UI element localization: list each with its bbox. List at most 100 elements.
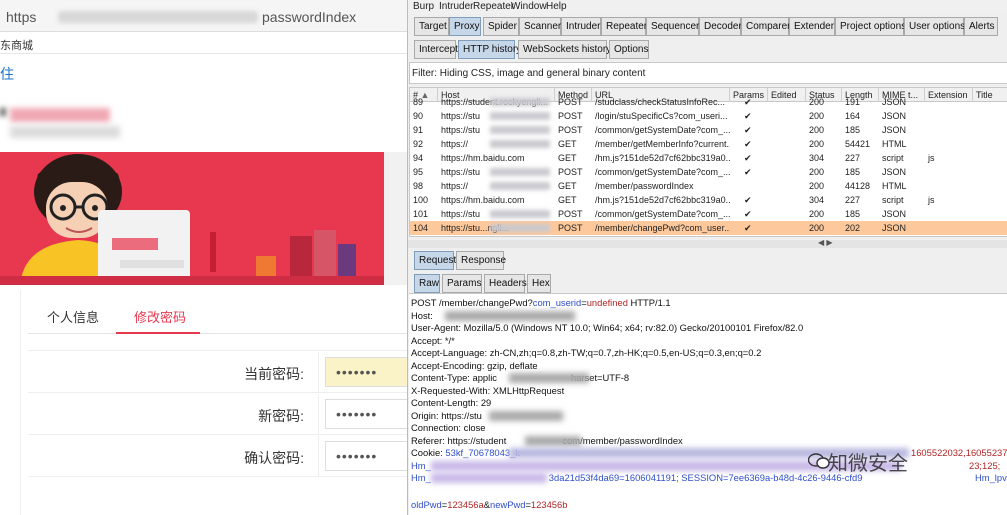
- tab-response[interactable]: Response: [456, 251, 506, 270]
- url-prefix: https: [6, 9, 37, 25]
- cell-ext: [925, 123, 973, 137]
- cell-length: 191: [845, 97, 861, 107]
- table-row[interactable]: 89https://student.rockyengli...POST/stud…: [410, 95, 1007, 109]
- cell-method: POST: [558, 167, 583, 177]
- cell-ext: [925, 179, 973, 193]
- tab-spider[interactable]: Spider: [483, 17, 519, 36]
- cell-mime: HTML: [882, 181, 907, 191]
- cell-ext: [925, 221, 973, 235]
- cell-params: ✔: [744, 195, 752, 205]
- header-accept: Accept: */*: [411, 335, 455, 346]
- cell-mime: JSON: [882, 97, 907, 107]
- burp-suite-window: Burp Intruder Repeater Window Help Targe…: [407, 0, 1007, 515]
- cell-id: 89: [413, 97, 424, 107]
- cell-method: GET: [558, 139, 577, 149]
- menu-intruder[interactable]: Intruder: [439, 1, 473, 12]
- confirm-password-input[interactable]: •••••••: [325, 441, 407, 471]
- bookmark-item[interactable]: 东商城: [0, 37, 33, 53]
- cell-id: 100: [413, 195, 429, 205]
- tab-user-options[interactable]: User options: [904, 17, 965, 36]
- raw-request-editor[interactable]: POST /member/changePwd?com_userid=undefi…: [409, 293, 1007, 515]
- browser-window: https passwordIndex 东商城 住 个人信息 修改密码 当前密码…: [0, 0, 407, 515]
- tab-repeater[interactable]: Repeater: [601, 17, 647, 36]
- host-redaction: [490, 168, 550, 176]
- table-row[interactable]: 101 https://stu POST/common/getSystemDate?…: [410, 207, 1007, 221]
- tab-websockets-history[interactable]: WebSockets history: [518, 40, 611, 59]
- cell-id: 90: [413, 111, 424, 121]
- tab-hex[interactable]: Hex: [527, 274, 551, 293]
- url-redaction: [58, 11, 258, 23]
- table-row[interactable]: 91 https://stu POST/common/getSystemDate?c…: [410, 123, 1007, 137]
- tab-alerts[interactable]: Alerts: [964, 17, 998, 36]
- menu-repeater[interactable]: Repeater: [473, 1, 514, 12]
- table-row[interactable]: 92 https://GET/member/getMemberInfo?curre…: [410, 137, 1007, 151]
- tab-params[interactable]: Params: [442, 274, 482, 293]
- cell-ext: [925, 109, 973, 123]
- cell-status: 200: [809, 167, 825, 177]
- new-password-label: 新密码:: [258, 408, 304, 424]
- cell-params: ✔: [744, 209, 752, 219]
- cell-ext: [925, 137, 973, 151]
- collapse-arrow-icon[interactable]: ◀ ▶: [818, 238, 833, 247]
- cell-id: 92: [413, 139, 424, 149]
- tab-headers[interactable]: Headers: [484, 274, 527, 293]
- header-user-agent: User-Agent: Mozilla/5.0 (Windows NT 10.0…: [411, 322, 804, 333]
- table-row[interactable]: 100 https://hm.baidu.com GET/hm.js?151de52…: [410, 193, 1007, 207]
- current-password-label: 当前密码:: [244, 366, 304, 382]
- cell-id: 101: [413, 209, 429, 219]
- http-history-table: # ▲ Host Method URL Params Edited Status…: [409, 87, 1007, 237]
- cookie-hm-tail: 23;125;: [969, 460, 1001, 471]
- top-nav-link[interactable]: 住: [0, 64, 14, 84]
- split-pane-divider[interactable]: ◀ ▶: [408, 238, 1007, 248]
- tab-options[interactable]: Options: [609, 40, 649, 59]
- tab-personal-info[interactable]: 个人信息: [47, 307, 99, 326]
- cell-url: /member/changePwd?com_user...: [595, 223, 730, 233]
- tab-scanner[interactable]: Scanner: [519, 17, 561, 36]
- cell-method: POST: [558, 97, 583, 107]
- address-bar[interactable]: https passwordIndex: [0, 0, 407, 32]
- cell-mime: JSON: [882, 111, 907, 121]
- tab-intruder[interactable]: Intruder: [561, 17, 601, 36]
- menu-help[interactable]: Help: [546, 1, 567, 12]
- table-row[interactable]: 95 https://stu POST/common/getSystemDate?c…: [410, 165, 1007, 179]
- cell-method: GET: [558, 181, 577, 191]
- form-divider: [28, 350, 407, 351]
- wechat-icon: [808, 453, 830, 469]
- tab-http-history[interactable]: HTTP history: [458, 40, 521, 59]
- filter-bar[interactable]: Filter: Hiding CSS, image and general bi…: [409, 62, 1007, 84]
- tab-request[interactable]: Request: [414, 251, 456, 270]
- tab-comparer[interactable]: Comparer: [741, 17, 790, 36]
- tab-intercept[interactable]: Intercept: [414, 40, 458, 59]
- tab-proxy[interactable]: Proxy: [449, 17, 481, 36]
- watermark-text: 知微安全: [828, 453, 908, 475]
- menu-window[interactable]: Window: [511, 1, 547, 12]
- cell-status: 304: [809, 153, 825, 163]
- table-row[interactable]: 104 https://stu...ngli... POST/member/chan…: [410, 221, 1007, 235]
- tab-decoder[interactable]: Decoder: [699, 17, 742, 36]
- host-redaction: [490, 224, 550, 232]
- tab-change-password[interactable]: 修改密码: [134, 307, 186, 326]
- table-row[interactable]: 98 https://GET/member/passwordIndex 200 441…: [410, 179, 1007, 193]
- cell-length: 227: [845, 153, 861, 163]
- cell-params: ✔: [744, 125, 752, 135]
- host-redaction: [490, 98, 550, 106]
- tab-sequencer[interactable]: Sequencer: [646, 17, 699, 36]
- current-password-input[interactable]: •••••••: [325, 357, 407, 387]
- cell-length: 227: [845, 195, 861, 205]
- banner-illustration: [0, 154, 407, 285]
- table-row[interactable]: 90 https://stu POST/login/stuSpecificCs?co…: [410, 109, 1007, 123]
- cell-id: 98: [413, 181, 424, 191]
- new-password-input[interactable]: •••••••: [325, 399, 407, 429]
- tab-extender[interactable]: Extender: [789, 17, 835, 36]
- cell-mime: JSON: [882, 223, 907, 233]
- tab-target[interactable]: Target: [414, 17, 449, 36]
- cell-status: 200: [809, 97, 825, 107]
- cell-length: 185: [845, 125, 861, 135]
- table-row[interactable]: 94 https://hm.baidu.com GET/hm.js?151de52d…: [410, 151, 1007, 165]
- menu-burp[interactable]: Burp: [413, 1, 434, 12]
- tab-raw[interactable]: Raw: [414, 274, 440, 293]
- user-detail-redaction: [10, 126, 120, 138]
- cell-url: /hm.js?151de52d7cf62bbc319a0...: [595, 195, 730, 205]
- header-x-requested-with: X-Requested-With: XMLHttpRequest: [411, 385, 565, 396]
- tab-project-options[interactable]: Project options: [835, 17, 906, 36]
